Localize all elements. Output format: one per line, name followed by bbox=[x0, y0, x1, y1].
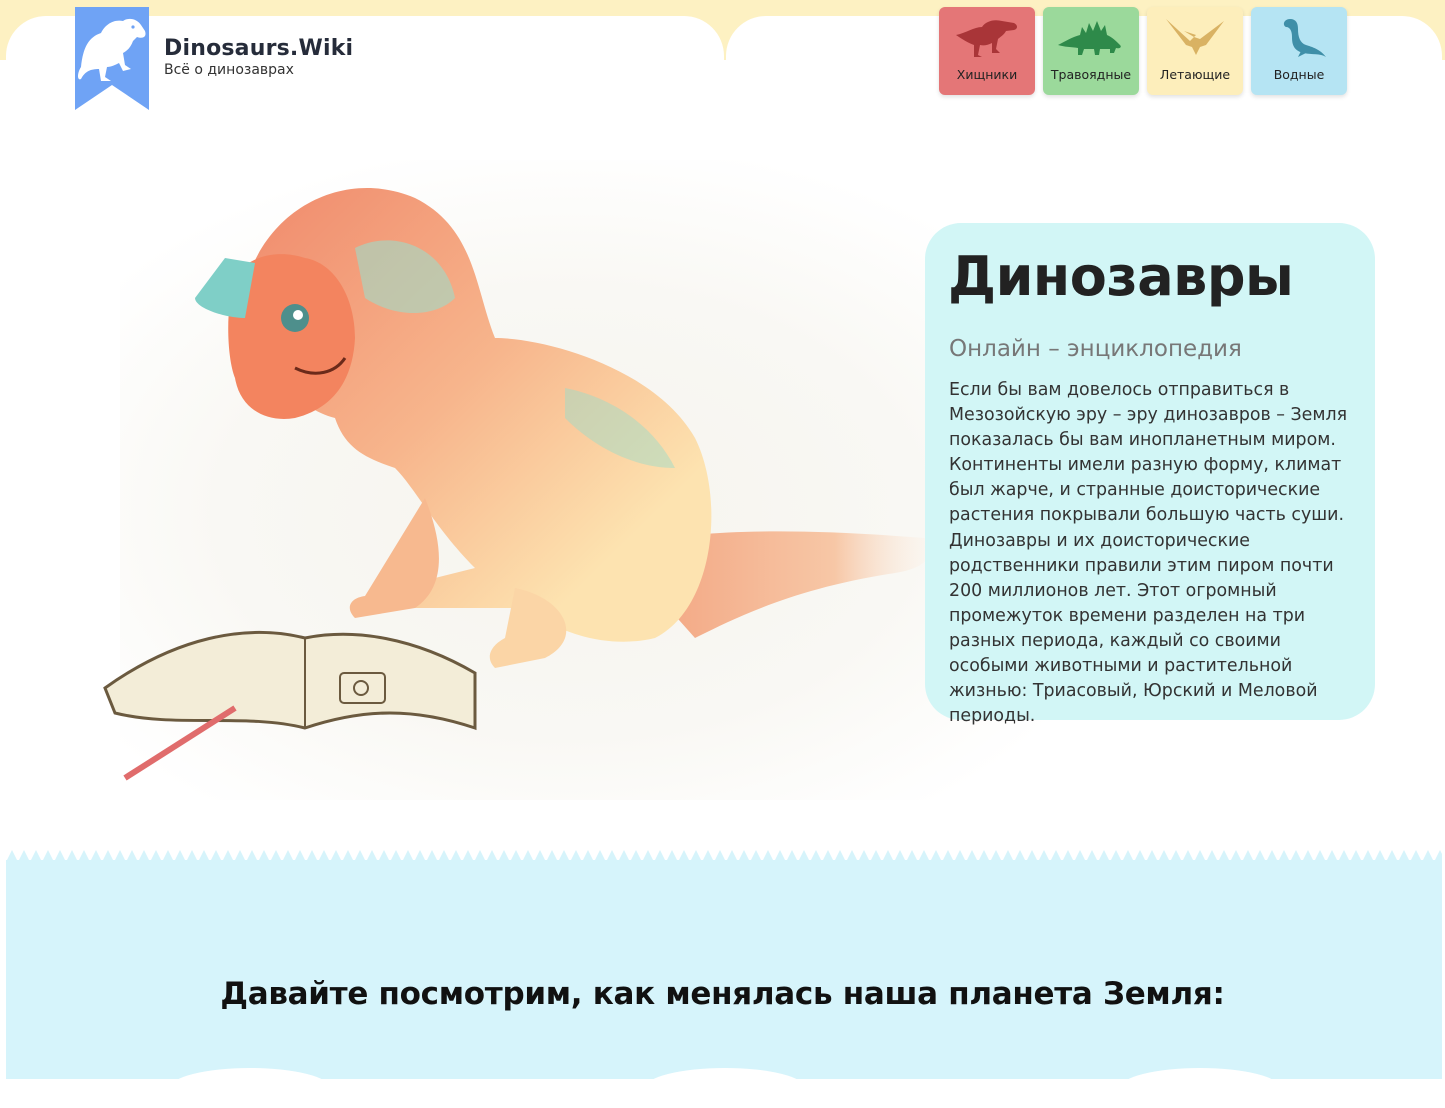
category-nav: Хищники Травоядные Летающие Водные bbox=[939, 7, 1355, 95]
page-title: Динозавры bbox=[948, 245, 1294, 308]
nav-item-aquatic[interactable]: Водные bbox=[1251, 7, 1347, 95]
plesiosaur-icon bbox=[1283, 19, 1326, 57]
brand-subtitle: Всё о динозаврах bbox=[164, 62, 294, 78]
intro-paragraph: Если бы вам довелось отправиться в Мезоз… bbox=[949, 380, 1348, 727]
nav-item-herbivores[interactable]: Травоядные bbox=[1043, 7, 1139, 95]
timeline-section bbox=[6, 860, 1442, 1079]
section-heading: Давайте посмотрим, как менялась наша пла… bbox=[220, 976, 1225, 1012]
intro-card: Динозавры Онлайн – энциклопедия Если бы … bbox=[925, 223, 1375, 726]
page-subtitle: Онлайн – энциклопедия bbox=[949, 336, 1242, 362]
card-top-decoration bbox=[1120, 1068, 1280, 1108]
dinosaur-logo-icon bbox=[75, 7, 149, 110]
nav-label: Хищники bbox=[956, 67, 1018, 82]
nav-item-flying[interactable]: Летающие bbox=[1147, 7, 1243, 95]
dinosaur-body bbox=[245, 188, 712, 642]
nav-label: Травоядные bbox=[1050, 67, 1132, 82]
card-top-decoration bbox=[645, 1068, 805, 1108]
site-logo[interactable]: Dinosaurs.Wiki Всё о динозаврах bbox=[75, 7, 353, 110]
pterodactyl-icon bbox=[1166, 19, 1224, 55]
nav-label: Водные bbox=[1273, 67, 1325, 82]
stegosaurus-icon bbox=[1058, 21, 1121, 55]
card-top-decoration bbox=[170, 1068, 330, 1108]
dinosaur-horn bbox=[195, 258, 255, 318]
brand-text: Dinosaurs.Wiki Всё о динозаврах bbox=[164, 36, 353, 78]
open-book-illustration bbox=[103, 630, 477, 781]
trex-icon bbox=[956, 20, 1017, 57]
reading-dinosaur-illustration bbox=[103, 188, 929, 781]
brand-title: Dinosaurs.Wiki bbox=[164, 36, 354, 61]
nav-label: Летающие bbox=[1159, 67, 1231, 82]
nav-item-predators[interactable]: Хищники bbox=[939, 7, 1035, 95]
